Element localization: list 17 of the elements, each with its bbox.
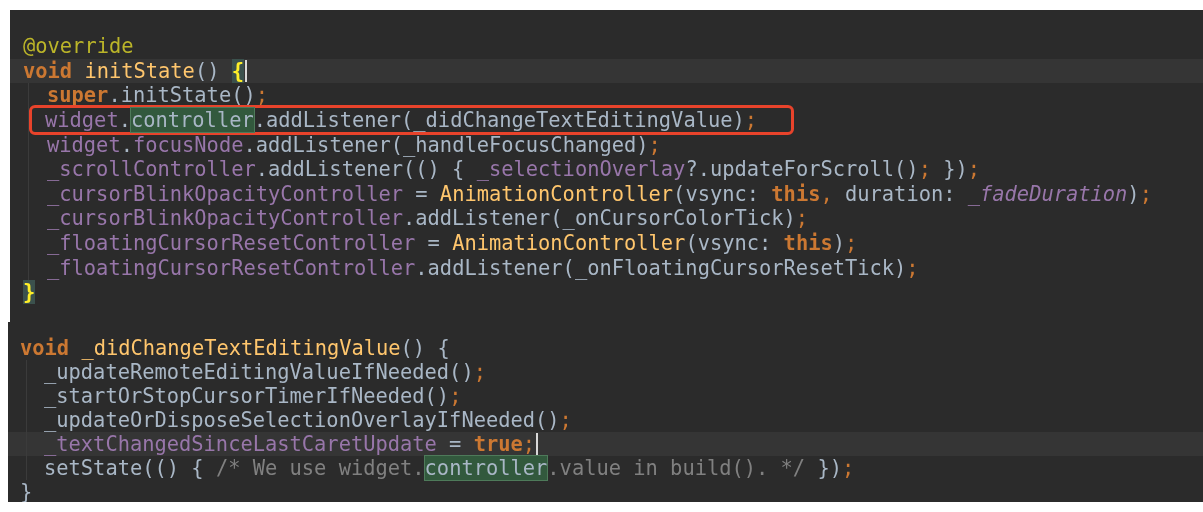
- code-line: super.initState();: [47, 83, 268, 108]
- code-line: void initState() {: [23, 58, 244, 83]
- code-line: _updateOrDisposeSelectionOverlayIfNeeded();: [44, 408, 572, 432]
- code-line: _scrollController.addListener(() { _selectionOverlay?.updateForScroll(); });: [47, 157, 981, 182]
- code-line: _floatingCursorResetController.addListener(_onFloatingCursorResetTick);: [47, 255, 919, 280]
- code-line: widget.focusNode.addListener(_handleFocusChanged);: [47, 132, 661, 157]
- code-line: _cursorBlinkOpacityController = AnimationController(vsync: this, duration: _fadeDuration);: [47, 181, 1152, 206]
- code-line: _textChangedSinceLastCaretUpdate = true;: [44, 432, 536, 456]
- code-line: }: [20, 480, 33, 502]
- code-line: void _didChangeTextEditingValue() {: [20, 336, 450, 360]
- code-line: _floatingCursorResetController = AnimationController(vsync: this);: [47, 231, 858, 256]
- code-line: _startOrStopCursorTimerIfNeeded();: [44, 384, 462, 408]
- code-line: _cursorBlinkOpacityController.addListener(_onCursorColorTick);: [47, 206, 809, 231]
- code-line: _updateRemoteEditingValueIfNeeded();: [44, 360, 486, 384]
- code-line: @override: [23, 34, 134, 59]
- code-line: widget.controller.addListener(_didChangeTextEditingValue);: [45, 108, 758, 133]
- code-line: setState(() { /* We use widget.controller.value in build(). */ });: [44, 456, 855, 480]
